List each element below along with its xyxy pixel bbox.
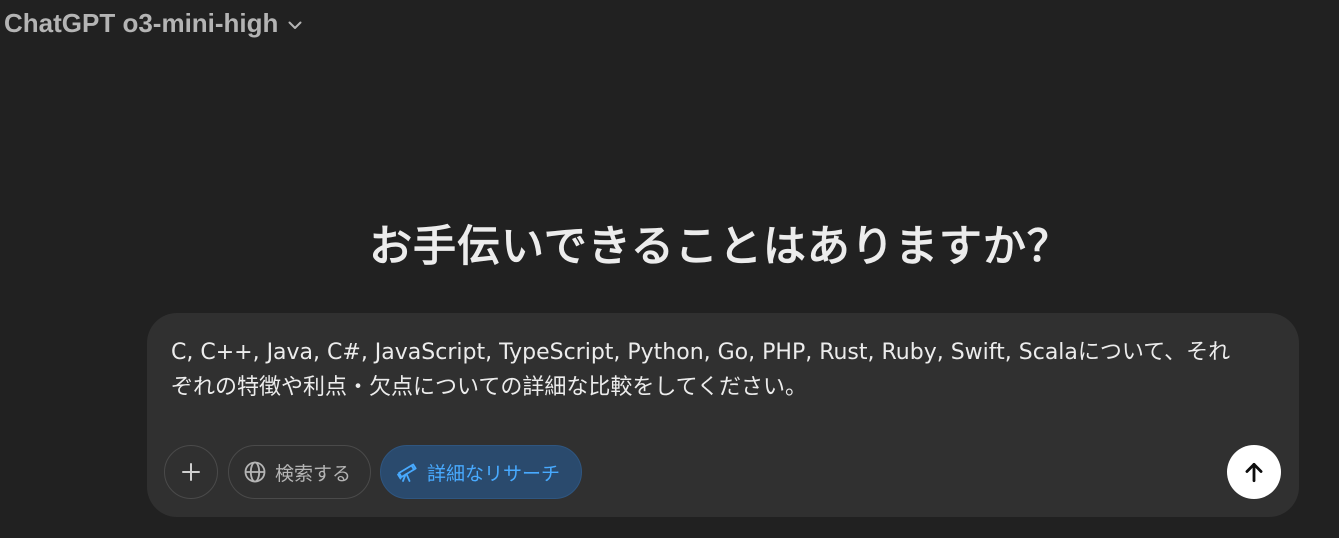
deep-research-button[interactable]: 詳細なリサーチ <box>380 445 582 499</box>
globe-icon <box>243 460 267 484</box>
telescope-icon <box>395 460 419 484</box>
search-button[interactable]: 検索する <box>228 445 371 499</box>
model-switcher[interactable]: ChatGPT o3-mini-high <box>4 6 304 40</box>
page-heading: お手伝いできることはありますか？ <box>369 222 1071 272</box>
plus-icon <box>182 463 200 481</box>
chevron-down-icon <box>286 16 304 34</box>
send-button[interactable] <box>1227 445 1281 499</box>
composer: C, C++, Java, C#, JavaScript, TypeScript… <box>147 313 1299 517</box>
arrow-up-icon <box>1245 463 1263 483</box>
prompt-input[interactable]: C, C++, Java, C#, JavaScript, TypeScript… <box>171 335 1231 405</box>
search-button-label: 検索する <box>275 462 352 485</box>
deep-research-label: 詳細なリサーチ <box>427 462 561 485</box>
model-label: ChatGPT o3-mini-high <box>4 7 279 38</box>
add-attachment-button[interactable] <box>164 445 218 499</box>
